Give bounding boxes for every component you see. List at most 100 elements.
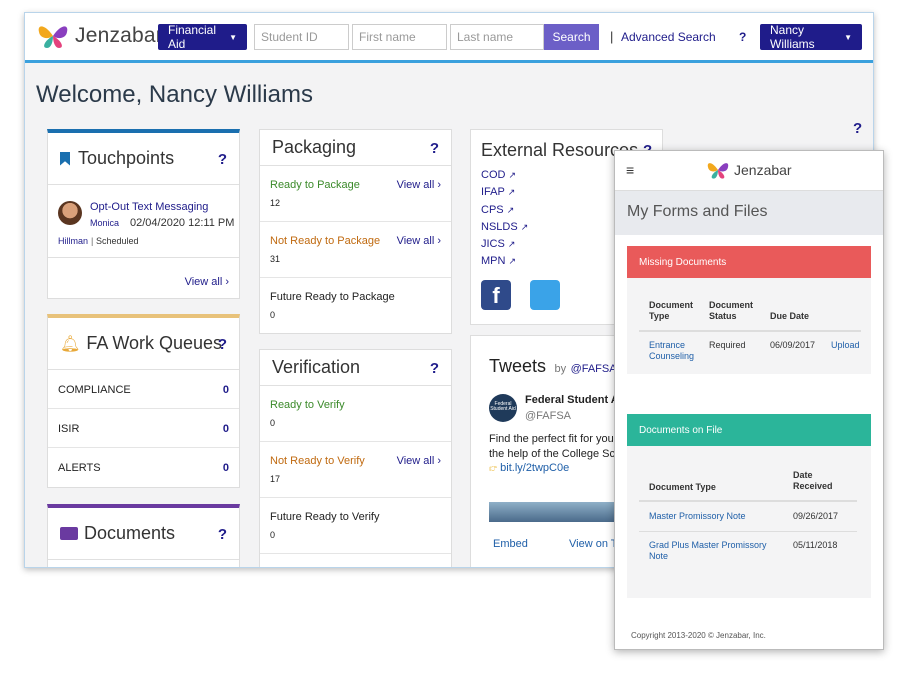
verification-row-value: 0: [270, 530, 276, 540]
touchpoint-last-name[interactable]: Hillman: [58, 236, 88, 246]
facebook-icon[interactable]: f: [481, 280, 511, 310]
verification-header: Verification ?: [260, 350, 451, 386]
queue-count: 0: [222, 423, 229, 435]
due-date: 06/09/2017: [770, 340, 816, 350]
external-link-jics[interactable]: JICS ↗: [481, 236, 528, 253]
last-name-input[interactable]: Last name: [450, 24, 544, 50]
date-received: 09/26/2017: [793, 511, 839, 521]
tweet-author[interactable]: Federal Student Ai: [525, 394, 622, 406]
top-navbar: Jenzabar Financial Aid ▼ Student ID Firs…: [25, 13, 873, 63]
tweet-link-line: 👉︎ bit.ly/2twpC0e: [489, 462, 569, 475]
verification-help-icon[interactable]: ?: [430, 360, 439, 377]
touchpoints-view-all[interactable]: View all ›: [185, 276, 229, 288]
external-link-icon: ↗: [507, 239, 516, 250]
touchpoint-item[interactable]: Opt-Out Text Messaging Monica 02/04/2020…: [48, 185, 239, 258]
work-queues-help-icon[interactable]: ?: [218, 336, 227, 353]
touchpoint-datetime: 02/04/2020 12:11 PM: [130, 217, 235, 229]
documents-on-file-table: Document Type Date Received Master Promi…: [639, 466, 857, 566]
external-link-cps[interactable]: CPS ↗: [481, 202, 528, 219]
hamburger-icon[interactable]: ≡: [626, 162, 634, 178]
documents-on-file-panel: Documents on File Document Type Date Rec…: [627, 414, 871, 598]
touchpoints-header: Touchpoints ?: [48, 133, 239, 185]
view-on-twitter-link[interactable]: View on T: [569, 538, 618, 550]
verification-view-all[interactable]: View all ›: [397, 455, 441, 467]
avatar: [58, 201, 82, 225]
brand-name: Jenzabar: [75, 24, 163, 47]
touchpoints-title: Touchpoints: [78, 148, 175, 168]
queue-count: 0: [222, 462, 229, 474]
verification-row[interactable]: Future Ready to Verify 0: [260, 498, 451, 554]
advanced-search-link[interactable]: Advanced Search: [621, 30, 716, 44]
touchpoint-divider: |: [91, 236, 94, 246]
external-links-list: COD ↗ IFAP ↗ CPS ↗ NSLDS ↗ JICS ↗ MPN ↗: [481, 167, 528, 271]
tweet-author-handle[interactable]: @FAFSA: [525, 410, 571, 422]
tweet-link[interactable]: bit.ly/2twpC0e: [500, 462, 569, 474]
touchpoint-status: Scheduled: [96, 236, 139, 246]
jenzabar-logo[interactable]: Jenzabar: [35, 22, 163, 50]
missing-documents-panel: Missing Documents Document Type Document…: [627, 246, 871, 374]
upload-link[interactable]: Upload: [831, 340, 860, 350]
external-link-icon: ↗: [506, 204, 515, 215]
work-queues-title: FA Work Queues: [86, 333, 223, 353]
packaging-help-icon[interactable]: ?: [430, 140, 439, 157]
bell-icon: 🔔︎: [60, 335, 81, 353]
packaging-title: Packaging: [272, 137, 357, 157]
external-link-mpn[interactable]: MPN ↗: [481, 253, 528, 270]
touchpoint-first-name[interactable]: Monica: [90, 218, 119, 228]
search-button[interactable]: Search: [544, 24, 599, 50]
tweets-handle[interactable]: @FAFSA: [571, 363, 617, 375]
user-menu-dropdown[interactable]: Nancy Williams ▼: [760, 23, 862, 51]
external-link-icon: ↗: [507, 187, 516, 198]
page-help-icon[interactable]: ?: [853, 120, 862, 137]
table-header: Document Type: [649, 482, 716, 492]
touchpoint-title[interactable]: Opt-Out Text Messaging: [90, 201, 208, 213]
queue-label: COMPLIANCE: [58, 384, 131, 396]
butterfly-icon: [707, 163, 729, 179]
packaging-row[interactable]: Ready to Package View all › 12: [260, 166, 451, 222]
link-label: IFAP: [481, 186, 505, 199]
verification-row-label: Ready to Verify: [270, 399, 345, 411]
external-link-icon: ↗: [520, 221, 529, 232]
queue-row[interactable]: ALERTS 0: [48, 448, 239, 487]
queue-label: ALERTS: [58, 462, 101, 474]
queue-row[interactable]: ISIR 0: [48, 409, 239, 448]
date-received: 05/11/2018: [793, 540, 838, 550]
twitter-icon[interactable]: [530, 280, 560, 310]
documents-header: Documents ?: [48, 508, 239, 560]
touchpoints-help-icon[interactable]: ?: [218, 151, 227, 168]
financial-aid-dropdown[interactable]: Financial Aid ▼: [158, 23, 247, 51]
student-id-placeholder: Student ID: [261, 30, 318, 44]
external-link-nslds[interactable]: NSLDS ↗: [481, 219, 528, 236]
pointing-hand-icon: 👉︎: [489, 462, 498, 474]
work-queues-header: 🔔︎ FA Work Queues ?: [48, 318, 239, 370]
documents-help-icon[interactable]: ?: [218, 526, 227, 543]
first-name-input[interactable]: First name: [352, 24, 447, 50]
work-queues-card: 🔔︎ FA Work Queues ? COMPLIANCE 0 ISIR 0 …: [47, 314, 240, 488]
external-link-ifap[interactable]: IFAP ↗: [481, 184, 528, 201]
fafsa-avatar: Federal Student Aid: [489, 394, 517, 422]
packaging-row[interactable]: Future Ready to Package 0: [260, 278, 451, 334]
mobile-logo[interactable]: Jenzabar: [705, 160, 792, 180]
table-row: Master Promissory Note 09/26/2017: [639, 502, 857, 532]
packaging-view-all[interactable]: View all ›: [397, 235, 441, 247]
verification-row[interactable]: Not Ready to Verify View all › 17: [260, 442, 451, 498]
document-type[interactable]: Grad Plus Master Promissory Note: [649, 540, 769, 562]
queue-row[interactable]: COMPLIANCE 0: [48, 370, 239, 409]
queue-count: 0: [222, 384, 229, 396]
embed-link[interactable]: Embed: [493, 538, 528, 550]
first-name-placeholder: First name: [359, 30, 416, 44]
external-link-cod[interactable]: COD ↗: [481, 167, 528, 184]
help-icon[interactable]: ?: [739, 30, 746, 44]
student-id-input[interactable]: Student ID: [254, 24, 349, 50]
table-row: Grad Plus Master Promissory Note 05/11/2…: [639, 532, 857, 566]
verification-row-value: 0: [270, 418, 276, 428]
table-header-row: Document Type Document Status Due Date: [639, 296, 861, 332]
packaging-row[interactable]: Not Ready to Package View all › 31: [260, 222, 451, 278]
packaging-view-all[interactable]: View all ›: [397, 179, 441, 191]
link-label: JICS: [481, 238, 505, 251]
welcome-heading: Welcome, Nancy Williams: [36, 81, 313, 108]
mobile-header: ≡ Jenzabar: [615, 151, 883, 191]
verification-row[interactable]: Ready to Verify 0: [260, 386, 451, 442]
tweets-by: by: [554, 363, 567, 375]
document-type[interactable]: Master Promissory Note: [649, 511, 746, 521]
